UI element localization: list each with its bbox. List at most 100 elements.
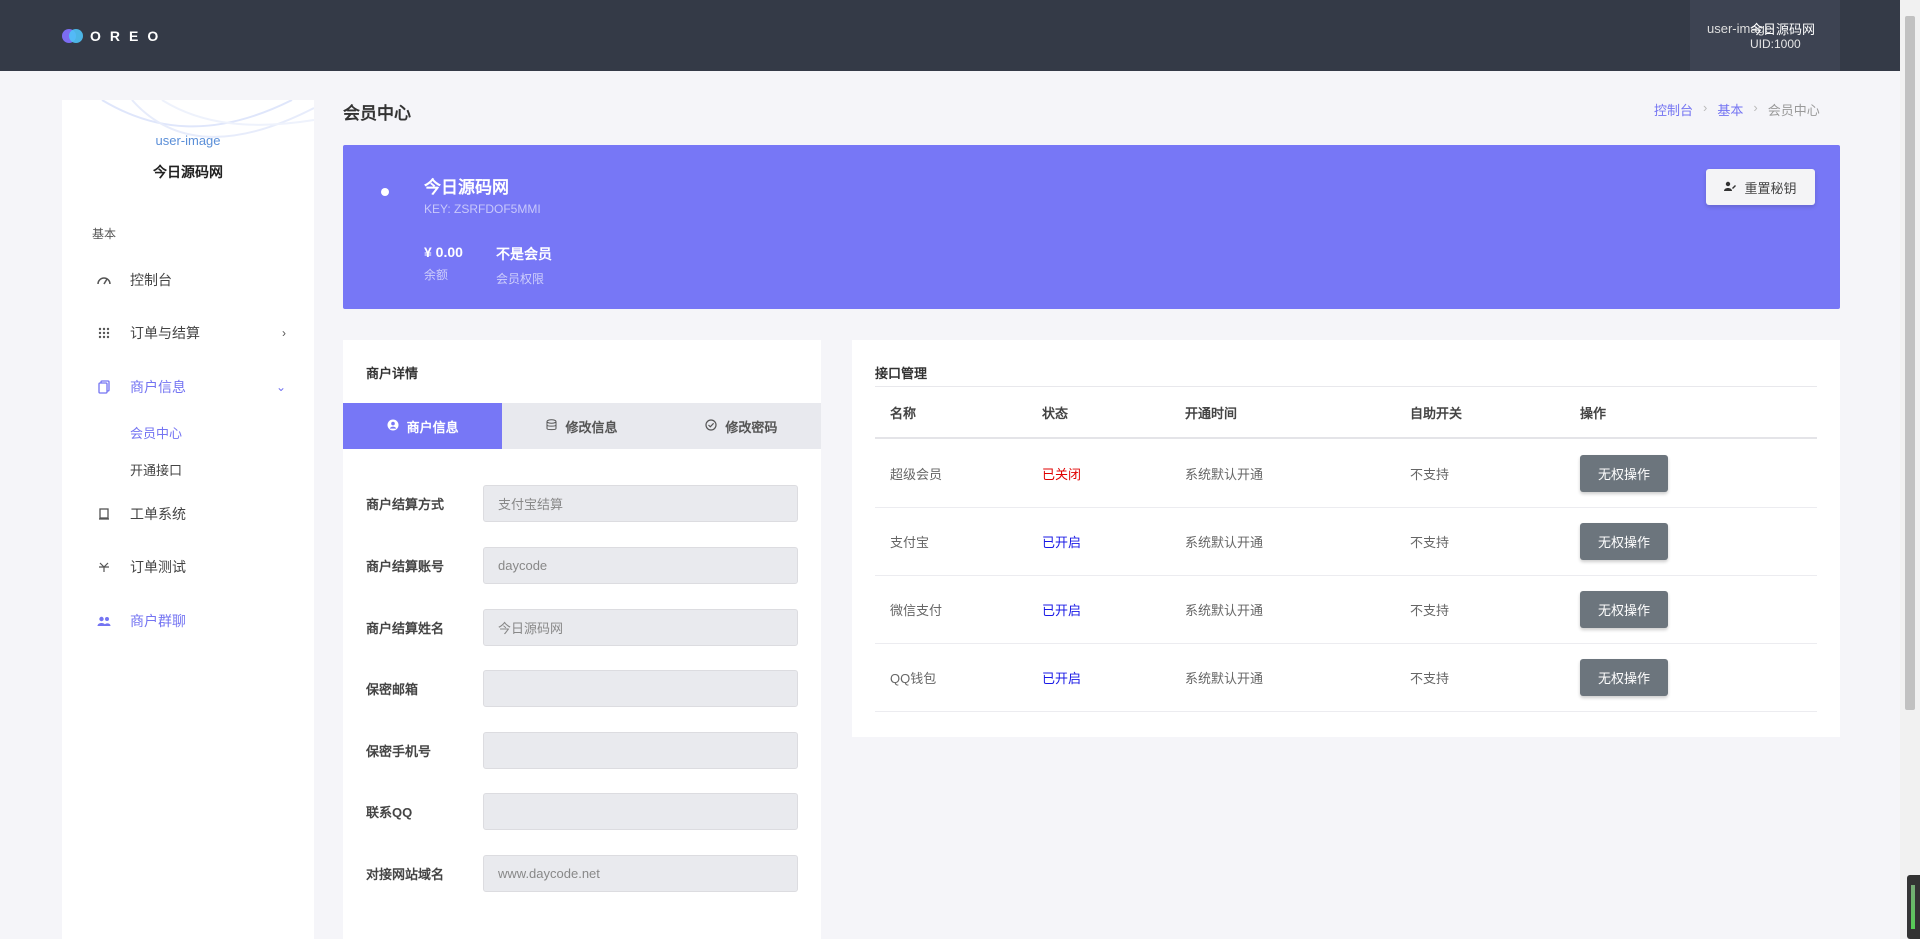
settlement-name-row: 商户结算姓名 [366, 609, 798, 646]
merchant-tabs: 商户信息 修改信息 修改密码 [343, 403, 821, 449]
secure-phone-row: 保密手机号 [366, 732, 798, 769]
status-badge: 已关闭 [1042, 467, 1082, 482]
secure-phone-field[interactable] [483, 732, 798, 769]
grid-icon [96, 325, 112, 341]
open-time: 系统默认开通 [1185, 467, 1264, 482]
tab-label: 修改信息 [565, 419, 618, 435]
breadcrumb: 控制台 › 基本 › 会员中心 [1654, 100, 1820, 119]
tab-label: 修改密码 [725, 419, 778, 435]
breadcrumb-separator-icon: › [1753, 100, 1758, 115]
check-circle-icon [705, 418, 717, 434]
field-label: 商户结算姓名 [366, 621, 445, 636]
sidebar-item-label: 工单系统 [130, 506, 186, 522]
field-label: 联系QQ [366, 805, 413, 820]
sidebar-subitem-member-center[interactable]: 会员中心 [130, 423, 182, 442]
page-title: 会员中心 [343, 104, 411, 123]
sidebar-item-label: 订单与结算 [130, 325, 200, 341]
open-time: 系统默认开通 [1185, 535, 1264, 550]
settlement-account-field[interactable] [483, 547, 798, 584]
merchant-name: 今日源码网 [424, 178, 509, 197]
settlement-account-row: 商户结算账号 [366, 547, 798, 584]
no-permission-button[interactable]: 无权操作 [1580, 523, 1668, 560]
logo-icon [62, 27, 84, 45]
user-edit-icon [1724, 180, 1737, 195]
brand-logo[interactable]: OREO [62, 27, 167, 45]
chevron-right-icon: › [282, 326, 286, 340]
action-cell: 无权操作 [1580, 644, 1668, 711]
settlement-name-field[interactable] [483, 609, 798, 646]
tab-edit-info[interactable]: 修改信息 [502, 403, 661, 449]
settlement-method-field[interactable] [483, 485, 798, 522]
secure-email-row: 保密邮箱 [366, 670, 798, 707]
scrollbar-thumb[interactable] [1905, 16, 1915, 710]
table-row: 支付宝 已开启 系统默认开通 不支持 无权操作 [875, 508, 1817, 576]
open-time: 系统默认开通 [1185, 603, 1264, 618]
field-label: 商户结算方式 [366, 497, 445, 512]
sidebar-header-decoration [101, 100, 314, 138]
column-header: 名称 [890, 405, 917, 421]
website-domain-field[interactable] [483, 855, 798, 892]
column-header: 操作 [1580, 405, 1607, 421]
sidebar-item-orders[interactable]: 订单与结算 › [96, 321, 286, 345]
website-domain-row: 对接网站域名 [366, 855, 798, 892]
interface-name: 支付宝 [890, 535, 930, 550]
action-cell: 无权操作 [1580, 508, 1668, 575]
interface-management-card: 接口管理 名称 状态 开通时间 自助开关 操作 超级会员 已关闭 系统默认开通 … [852, 340, 1840, 737]
no-permission-button[interactable]: 无权操作 [1580, 455, 1668, 492]
merchant-key: KEY: ZSRFDOF5MMI [424, 202, 541, 216]
status-badge: 已开启 [1042, 603, 1082, 618]
field-label: 对接网站域名 [366, 867, 445, 882]
contact-qq-row: 联系QQ [366, 793, 798, 830]
balance-label: 余额 [424, 268, 449, 282]
membership-label: 会员权限 [496, 272, 545, 286]
open-time: 系统默认开通 [1185, 671, 1264, 686]
sidebar-item-dashboard[interactable]: 控制台 [96, 268, 286, 292]
tab-change-password[interactable]: 修改密码 [662, 403, 821, 449]
action-cell: 无权操作 [1580, 440, 1668, 507]
page-scrollbar[interactable] [1900, 0, 1920, 939]
sidebar-item-merchant-info[interactable]: 商户信息 ⌄ [96, 375, 286, 399]
self-service-toggle: 不支持 [1410, 467, 1450, 482]
status-badge: 已开启 [1042, 671, 1082, 686]
contact-qq-field[interactable] [483, 793, 798, 830]
membership-value: 不是会员 [496, 246, 552, 262]
sidebar-item-order-test[interactable]: 订单测试 [96, 555, 286, 579]
secure-email-field[interactable] [483, 670, 798, 707]
user-menu[interactable]: user-image 今日源码网 UID:1000 [1690, 0, 1840, 71]
top-navbar: OREO user-image 今日源码网 UID:1000 [0, 0, 1900, 71]
user-name: 今日源码网 [1750, 22, 1816, 37]
settlement-method-row: 商户结算方式 [366, 485, 798, 522]
sidebar-item-group-chat[interactable]: 商户群聊 [96, 609, 286, 633]
floating-widget-handle[interactable] [1907, 875, 1920, 939]
table-row: QQ钱包 已开启 系统默认开通 不支持 无权操作 [875, 644, 1817, 712]
ticket-icon [96, 506, 112, 522]
nav-group-label: 基本 [92, 227, 117, 241]
reset-key-button[interactable]: 重置秘钥 [1706, 169, 1815, 205]
sidebar-item-label: 订单测试 [130, 559, 186, 575]
breadcrumb-basic[interactable]: 基本 [1717, 100, 1743, 119]
sidebar-subitem-open-interface[interactable]: 开通接口 [130, 460, 182, 479]
chevron-down-icon: ⌄ [275, 380, 286, 394]
balance-value: ¥ 0.00 [424, 244, 463, 260]
merchant-details-card: 商户详情 商户信息 修改信息 修改密码 商户结算方式 商户结算账号 商户结算姓 [343, 340, 821, 939]
fork-icon [96, 559, 112, 575]
user-circle-icon [387, 419, 399, 434]
breadcrumb-separator-icon: › [1703, 100, 1708, 115]
table-header: 名称 状态 开通时间 自助开关 操作 [875, 386, 1817, 439]
self-service-toggle: 不支持 [1410, 535, 1450, 550]
tab-merchant-info[interactable]: 商户信息 [343, 403, 503, 449]
avatar-dot-icon [381, 188, 389, 196]
balance-stat: ¥ 0.00 余额 [424, 244, 463, 283]
sidebar-item-label: 控制台 [130, 272, 172, 288]
table-row: 微信支付 已开启 系统默认开通 不支持 无权操作 [875, 576, 1817, 644]
table-row: 超级会员 已关闭 系统默认开通 不支持 无权操作 [875, 440, 1817, 508]
self-service-toggle: 不支持 [1410, 603, 1450, 618]
breadcrumb-dashboard[interactable]: 控制台 [1654, 100, 1693, 119]
users-icon [96, 613, 112, 629]
sidebar-item-tickets[interactable]: 工单系统 [96, 502, 286, 526]
database-icon [546, 418, 557, 434]
no-permission-button[interactable]: 无权操作 [1580, 659, 1668, 696]
no-permission-button[interactable]: 无权操作 [1580, 591, 1668, 628]
column-header: 自助开关 [1410, 405, 1463, 421]
profile-banner: 今日源码网 KEY: ZSRFDOF5MMI ¥ 0.00 余额 不是会员 会员… [343, 145, 1840, 309]
